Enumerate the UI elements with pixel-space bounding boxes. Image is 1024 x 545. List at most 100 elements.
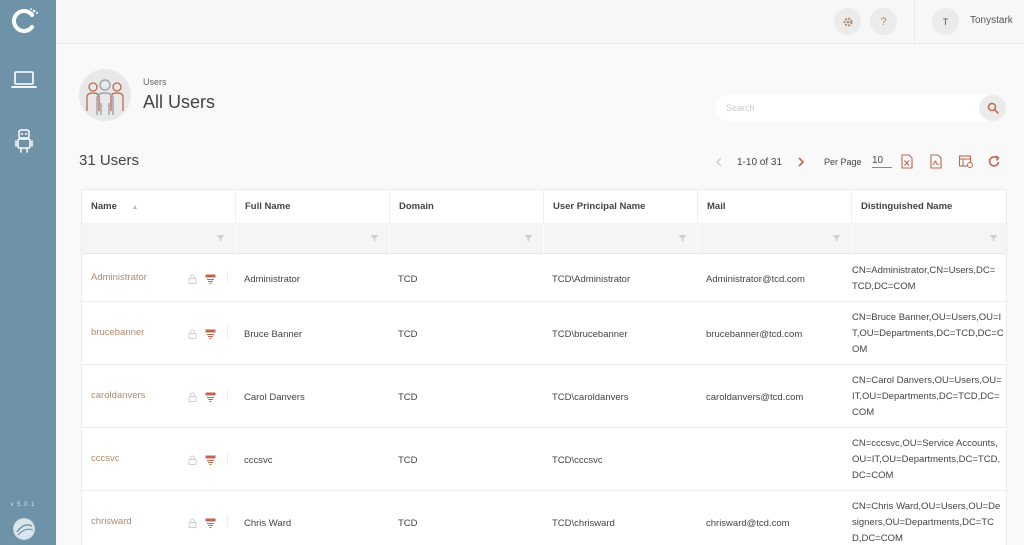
action-divider (227, 389, 228, 401)
globe-icon (14, 519, 34, 539)
table-row[interactable]: chrisward Chris Ward TCD TCD\chrisward chris… (82, 491, 1006, 545)
filter-cell (698, 223, 852, 254)
username-label[interactable]: Tonystark (970, 15, 1013, 26)
users-table: Name ▲ Full Name Domain User Principal N… (81, 189, 1007, 545)
filter-icon[interactable] (678, 234, 687, 243)
column-header-domain[interactable]: Domain (390, 190, 544, 223)
cell-upn: TCD\chrisward (552, 518, 615, 529)
users-group-icon (86, 79, 124, 115)
cell-upn: TCD\cccsvc (552, 455, 603, 466)
filter-cell (544, 223, 698, 254)
column-header-name[interactable]: Name ▲ (82, 190, 236, 223)
export-excel-icon[interactable] (900, 154, 914, 169)
cell-full-name: Carol Danvers (244, 392, 305, 403)
c-logo-icon[interactable] (10, 6, 40, 36)
page-title: All Users (143, 92, 216, 112)
column-header-upn[interactable]: User Principal Name (544, 190, 698, 223)
cell-domain: TCD (398, 455, 418, 466)
search-icon (987, 102, 999, 114)
cell-distinguished-name: CN=Carol Danvers,OU=Users,OU= IT,OU=Depar… (852, 373, 1006, 421)
filter-cell (236, 223, 390, 254)
version-label: v 5.0.1 (10, 502, 36, 508)
export-pdf-icon[interactable] (929, 154, 943, 169)
column-header-full-name[interactable]: Full Name (236, 190, 390, 223)
cell-distinguished-name: CN=cccsvc,OU=Service Accounts, OU=IT,OU=D… (852, 436, 1006, 484)
robot-icon[interactable] (10, 127, 38, 155)
dn-line: CN=Chris Ward,OU=Users,OU=De (852, 501, 1001, 512)
per-page-label: Per Page (824, 157, 862, 167)
filter-icon[interactable] (989, 234, 998, 243)
cell-distinguished-name: CN=Chris Ward,OU=Users,OU=De signers,OU=D… (852, 499, 1006, 545)
filter-icon[interactable] (524, 234, 533, 243)
filter-icon[interactable] (370, 234, 379, 243)
sort-ascending-icon[interactable]: ▲ (132, 204, 139, 211)
lock-icon[interactable] (188, 452, 197, 470)
details-icon[interactable] (205, 452, 216, 470)
search-input[interactable] (726, 95, 976, 121)
dn-line: D,DC=COM (852, 533, 903, 544)
pagination-range: 1-10 of 31 (737, 157, 783, 168)
search-button[interactable] (979, 95, 1006, 121)
cell-mail: chrisward@tcd.com (706, 518, 790, 529)
cell-full-name: Administrator (244, 274, 300, 285)
action-divider (227, 515, 228, 527)
table-row[interactable]: caroldanvers Carol Danvers TCD TCD\caroldan… (82, 365, 1006, 428)
breadcrumb[interactable]: Users (143, 77, 167, 87)
dn-line: CN=Bruce Banner,OU=Users,OU=I (852, 312, 1002, 323)
user-name-link[interactable]: Administrator (91, 272, 147, 283)
per-page-select[interactable]: 10 (872, 155, 892, 168)
column-header-mail[interactable]: Mail (698, 190, 852, 223)
column-settings-icon[interactable] (958, 154, 974, 169)
filter-cell (852, 223, 1006, 254)
help-icon: ? (880, 15, 887, 28)
cell-full-name: cccsvc (244, 455, 273, 466)
cell-upn: TCD\brucebanner (552, 329, 628, 340)
cell-distinguished-name: CN=Bruce Banner,OU=Users,OU=I T,OU=Depart… (852, 310, 1006, 358)
lock-icon[interactable] (188, 271, 197, 289)
dn-line: T,OU=Departments,DC=TCD,DC=C (852, 328, 1004, 339)
user-name-link[interactable]: brucebanner (91, 327, 144, 338)
table-row[interactable]: Administrator Administrator TCD TCD\Adminis… (82, 255, 1006, 302)
filter-cell (82, 223, 236, 254)
lock-icon[interactable] (188, 515, 197, 533)
details-icon[interactable] (205, 389, 216, 407)
settings-button[interactable] (834, 8, 861, 35)
user-count-title: 31 Users (79, 152, 140, 169)
dn-line: IT,OU=Departments,DC=TCD,DC= (852, 391, 1000, 402)
dn-line: TCD,DC=COM (852, 281, 916, 292)
cell-domain: TCD (398, 329, 418, 340)
cell-mail: Administrator@tcd.com (706, 274, 805, 285)
cell-full-name: Bruce Banner (244, 329, 303, 340)
cell-upn: TCD\caroldanvers (552, 392, 629, 403)
user-avatar[interactable]: T (932, 8, 959, 35)
refresh-icon[interactable] (987, 154, 1001, 169)
dn-line: CN=cccsvc,OU=Service Accounts, (852, 438, 998, 449)
table-row[interactable]: brucebanner Bruce Banner TCD TCD\brucebanne… (82, 302, 1006, 365)
user-name-link[interactable]: chrisward (91, 516, 132, 527)
user-name-link[interactable]: caroldanvers (91, 390, 145, 401)
lock-icon[interactable] (188, 326, 197, 344)
dn-line: OU=IT,OU=Departments,DC=TCD, (852, 454, 1001, 465)
details-icon[interactable] (205, 271, 216, 289)
dn-line: DC=COM (852, 470, 894, 481)
details-icon[interactable] (205, 515, 216, 533)
details-icon[interactable] (205, 326, 216, 344)
table-row[interactable]: cccsvc cccsvc TCD TCD\cccsvc CN=cccsvc,OU=Se… (82, 428, 1006, 491)
cell-domain: TCD (398, 518, 418, 529)
chevron-left-icon[interactable] (713, 156, 725, 168)
cell-domain: TCD (398, 274, 418, 285)
lock-icon[interactable] (188, 389, 197, 407)
laptop-icon[interactable] (10, 66, 38, 94)
action-divider (227, 326, 228, 338)
users-group-avatar (79, 69, 131, 121)
action-divider (227, 271, 228, 283)
filter-cell (390, 223, 544, 254)
user-name-link[interactable]: cccsvc (91, 453, 120, 464)
help-button[interactable]: ? (870, 8, 897, 35)
filter-row (82, 223, 1006, 254)
chevron-right-icon[interactable] (795, 156, 807, 168)
filter-icon[interactable] (832, 234, 841, 243)
topbar-divider (914, 0, 915, 44)
column-header-dn[interactable]: Distinguished Name (852, 190, 1006, 223)
filter-icon[interactable] (216, 234, 225, 243)
